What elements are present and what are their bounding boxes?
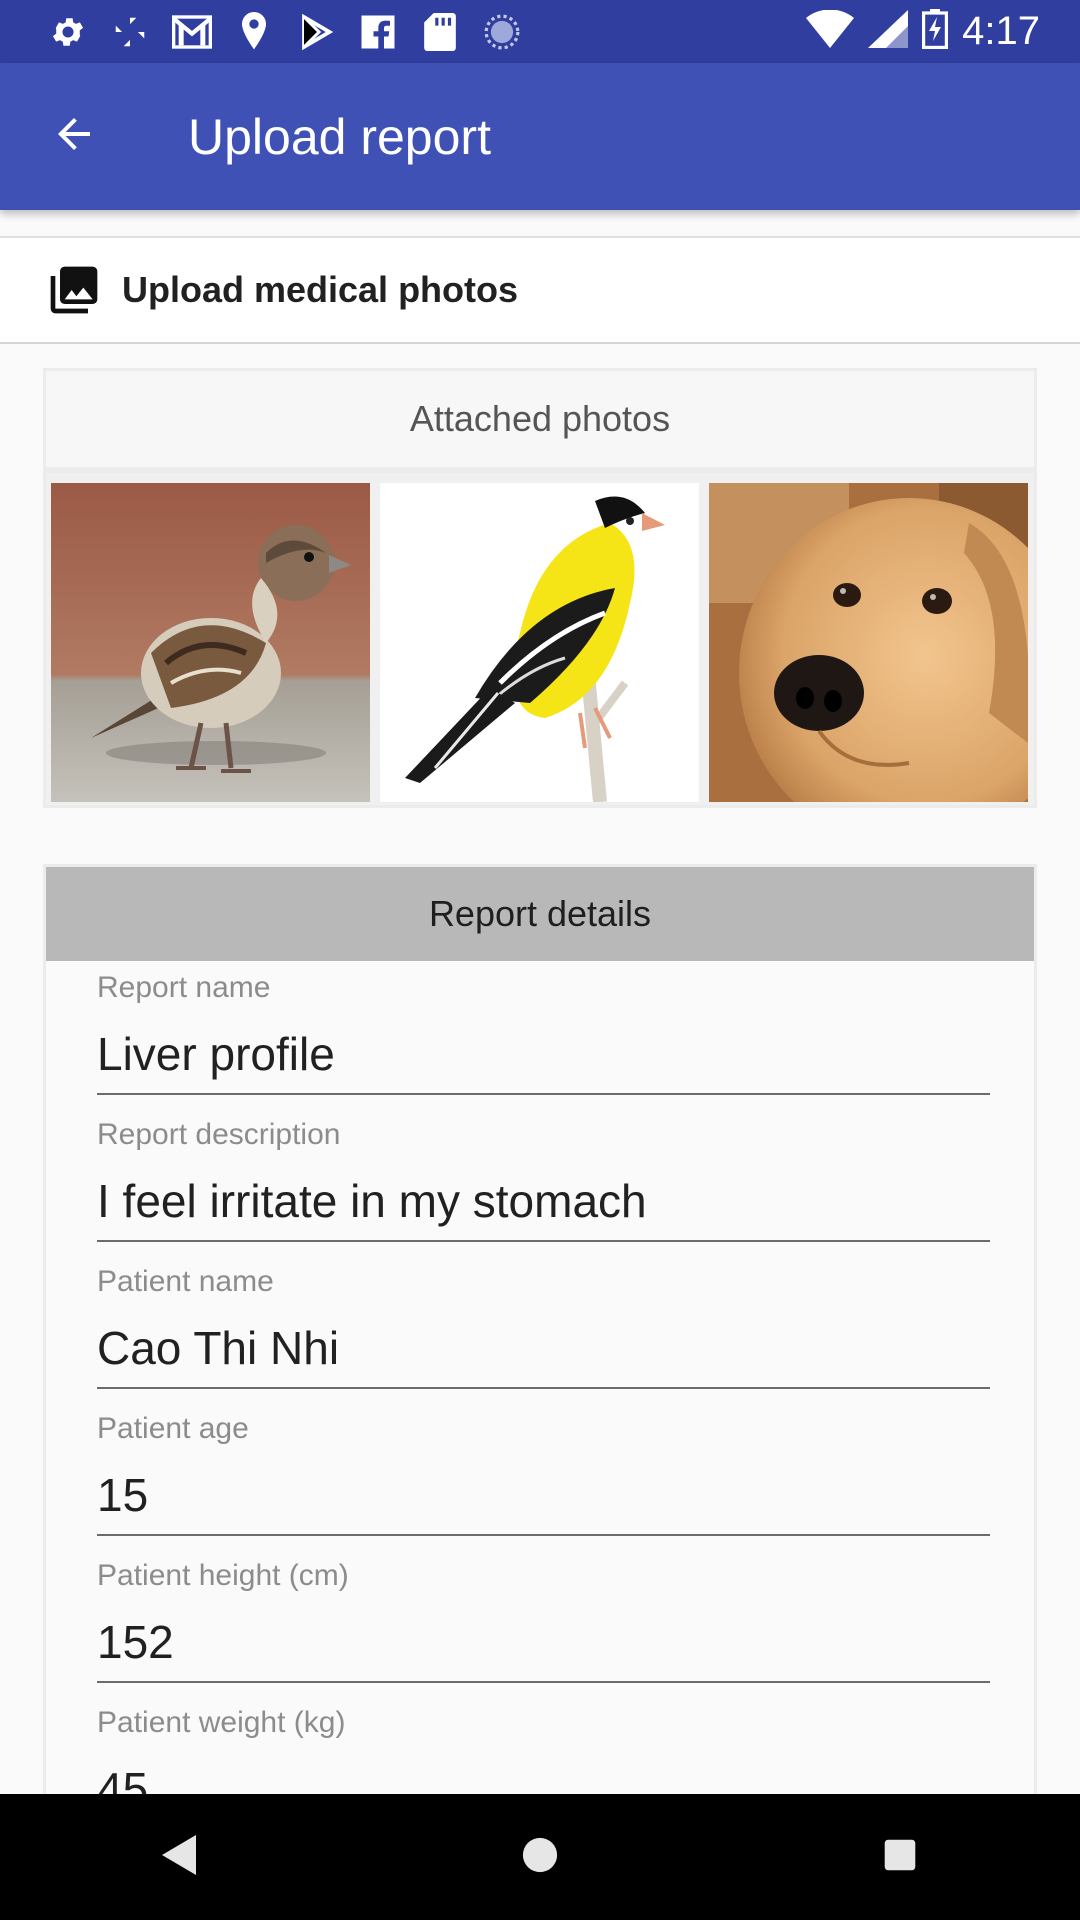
gmail-icon xyxy=(172,12,212,52)
field-underline xyxy=(97,1093,990,1095)
location-pin-icon xyxy=(234,11,274,52)
patient-height-field[interactable]: Patient height (cm) 152 xyxy=(97,1559,990,1706)
clock: 4:17 xyxy=(962,9,1040,53)
app-bar: Upload report xyxy=(0,63,1080,210)
notification-icons xyxy=(0,11,522,52)
sync-circle-icon xyxy=(482,12,522,52)
report-name-field[interactable]: Report name Liver profile xyxy=(97,971,990,1118)
patient-name-input[interactable]: Cao Thi Nhi xyxy=(97,1321,339,1375)
facebook-icon xyxy=(358,12,398,52)
report-name-label: Report name xyxy=(97,971,271,1004)
system-status: 4:17 xyxy=(806,9,1080,54)
field-underline xyxy=(97,1240,990,1242)
field-underline xyxy=(97,1387,990,1389)
report-details-header: Report details xyxy=(46,867,1034,961)
field-underline xyxy=(97,1681,990,1683)
photo-goldfinch[interactable] xyxy=(380,483,699,802)
nav-home-button[interactable] xyxy=(490,1807,590,1907)
nav-recents-button[interactable] xyxy=(850,1807,950,1907)
report-description-field[interactable]: Report description I feel irritate in my… xyxy=(97,1118,990,1265)
patient-name-field[interactable]: Patient name Cao Thi Nhi xyxy=(97,1265,990,1412)
photo-sparrow[interactable] xyxy=(51,483,370,802)
upload-label: Upload medical photos xyxy=(122,269,519,310)
report-description-input[interactable]: I feel irritate in my stomach xyxy=(97,1174,647,1228)
attached-photos-card: Attached photos xyxy=(43,368,1037,808)
report-details-card: Report details Report name Liver profile… xyxy=(43,864,1037,1864)
patient-weight-label: Patient weight (kg) xyxy=(97,1706,346,1739)
patient-height-label: Patient height (cm) xyxy=(97,1559,349,1592)
patient-age-label: Patient age xyxy=(97,1412,249,1445)
arrow-back-icon xyxy=(50,110,98,163)
pinwheel-icon xyxy=(110,12,150,52)
patient-age-input[interactable]: 15 xyxy=(97,1468,148,1522)
report-description-label: Report description xyxy=(97,1118,341,1151)
status-bar: 4:17 xyxy=(0,0,1080,63)
photos-grid xyxy=(51,483,1029,803)
settings-icon xyxy=(48,12,88,52)
sd-card-icon xyxy=(420,12,460,52)
nav-back-button[interactable] xyxy=(130,1807,230,1907)
navigation-bar xyxy=(0,1794,1080,1920)
patient-name-label: Patient name xyxy=(97,1265,274,1298)
wifi-icon xyxy=(806,9,855,53)
patient-age-field[interactable]: Patient age 15 xyxy=(97,1412,990,1559)
photo-library-icon xyxy=(46,262,102,318)
battery-charging-icon xyxy=(922,9,949,54)
signal-icon xyxy=(868,10,909,53)
screen: 4:17 Upload report Upload medical photos… xyxy=(0,0,1080,1920)
back-button[interactable] xyxy=(32,95,116,179)
upload-medical-photos-button[interactable]: Upload medical photos xyxy=(0,236,1080,344)
home-circle-icon xyxy=(521,1836,559,1879)
report-name-input[interactable]: Liver profile xyxy=(97,1027,335,1081)
field-underline xyxy=(97,1534,990,1536)
photo-golden-retriever[interactable] xyxy=(709,483,1028,802)
back-triangle-icon xyxy=(162,1834,198,1880)
patient-height-input[interactable]: 152 xyxy=(97,1615,174,1669)
attached-photos-header: Attached photos xyxy=(46,371,1034,473)
play-store-icon xyxy=(296,12,336,52)
recents-square-icon xyxy=(883,1838,917,1877)
page-title: Upload report xyxy=(188,108,491,165)
